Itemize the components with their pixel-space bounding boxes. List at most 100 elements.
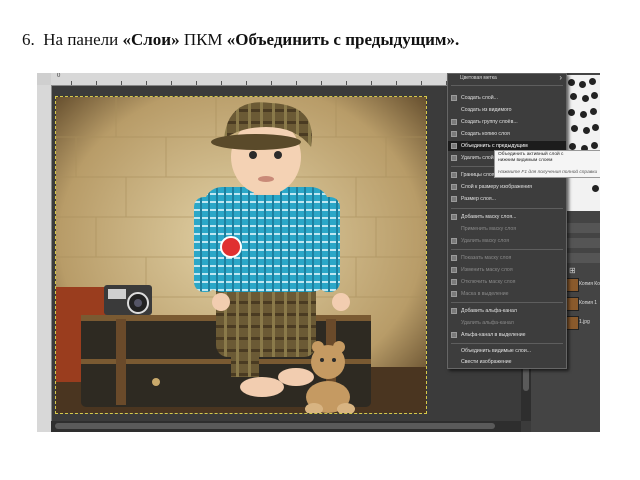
menu-item-add-layer-mask[interactable]: Добавить маску слоя... bbox=[448, 212, 566, 222]
delete-icon bbox=[451, 155, 457, 161]
ruler-tick bbox=[71, 81, 72, 85]
ruler-tick bbox=[146, 81, 147, 85]
boundary-icon bbox=[451, 172, 457, 178]
menu-separator bbox=[451, 85, 563, 86]
delete-icon bbox=[451, 238, 457, 244]
layer-name[interactable]: Копия Ко bbox=[579, 281, 600, 287]
ruler-label: 0 bbox=[57, 73, 61, 79]
brushes-panel[interactable] bbox=[565, 75, 600, 211]
brush-preset[interactable] bbox=[592, 124, 599, 131]
ruler-tick bbox=[421, 81, 422, 85]
menu-item-add-alpha-channel[interactable]: Добавить альфа-канал bbox=[448, 306, 566, 316]
brush-preset[interactable] bbox=[591, 142, 598, 149]
brush-preset[interactable] bbox=[589, 78, 596, 85]
menu-item-disable-layer-mask[interactable]: Отключить маску слоя bbox=[448, 277, 566, 287]
menu-item-mask-to-selection[interactable]: Маска в выделение bbox=[448, 289, 566, 299]
ruler-tick bbox=[271, 81, 272, 85]
menu-item-delete-layer-mask[interactable]: Удалить маску слоя bbox=[448, 236, 566, 246]
menu-item-new-layer-group[interactable]: Создать группу слоёв... bbox=[448, 117, 566, 127]
ruler-tick bbox=[121, 81, 122, 85]
checkbox-icon bbox=[451, 267, 457, 273]
lock-icon[interactable]: ⊞ bbox=[569, 266, 576, 275]
brush-preset[interactable] bbox=[590, 108, 597, 115]
ruler-tick bbox=[246, 81, 247, 85]
ruler-tick bbox=[371, 81, 372, 85]
resize-icon bbox=[451, 184, 457, 190]
menu-item-edit-layer-mask[interactable]: Изменить маску слоя bbox=[448, 265, 566, 275]
photo-boy-on-suitcase bbox=[56, 97, 426, 413]
merge-down-icon bbox=[451, 143, 457, 149]
new-layer-icon bbox=[451, 95, 457, 101]
command-name: «Объединить с предыдущим». bbox=[226, 30, 460, 49]
scroll-thumb[interactable] bbox=[55, 423, 495, 429]
menu-item-duplicate-layer[interactable]: Создать копию слоя bbox=[448, 129, 566, 139]
ruler-tick bbox=[221, 81, 222, 85]
chevron-right-icon: › bbox=[559, 73, 562, 82]
merge-down-tooltip: Объединить активный слой с нижним видимы… bbox=[494, 150, 600, 178]
instruction-rmb: ПКМ bbox=[183, 30, 223, 49]
menu-item-alpha-to-selection[interactable]: Альфа-канал в выделение bbox=[448, 330, 566, 340]
menu-item-remove-alpha-channel[interactable]: Удалить альфа-канал bbox=[448, 318, 566, 328]
mask-icon bbox=[451, 214, 457, 220]
brush-preset[interactable] bbox=[569, 143, 576, 150]
layer-name[interactable]: Копия 1 bbox=[579, 300, 597, 306]
layer-thumbnail[interactable] bbox=[565, 316, 579, 330]
brush-preset[interactable] bbox=[591, 92, 598, 99]
duplicate-icon bbox=[451, 131, 457, 137]
ruler-corner bbox=[37, 73, 51, 85]
horizontal-scrollbar[interactable] bbox=[51, 421, 521, 432]
menu-separator bbox=[451, 343, 563, 344]
folder-icon bbox=[451, 119, 457, 125]
layer-thumbnail[interactable] bbox=[565, 297, 579, 311]
tooltip-line: нижним видимым слоем bbox=[498, 158, 553, 164]
brush-preset[interactable] bbox=[568, 109, 575, 116]
step-number: 6. bbox=[22, 30, 35, 49]
menu-separator bbox=[451, 302, 563, 303]
brush-preset[interactable] bbox=[571, 125, 578, 132]
menu-item-apply-layer-mask[interactable]: Применить маску слоя bbox=[448, 224, 566, 234]
menu-separator bbox=[451, 249, 563, 250]
panel-name: «Слои» bbox=[122, 30, 180, 49]
menu-item-show-layer-mask[interactable]: Показать маску слоя bbox=[448, 253, 566, 263]
selection-icon bbox=[451, 291, 457, 297]
gimp-screenshot: 0 ⊞ Копия Ко Копия 1 1.jpg Цветовая метк… bbox=[37, 73, 600, 432]
menu-item-scale-layer[interactable]: Размер слоя... bbox=[448, 194, 566, 204]
ruler-tick bbox=[396, 81, 397, 85]
brush-preset[interactable] bbox=[592, 185, 599, 192]
brush-preset[interactable] bbox=[580, 111, 587, 118]
brush-preset[interactable] bbox=[568, 79, 575, 86]
dock-toolbar[interactable] bbox=[565, 223, 600, 233]
selection-icon bbox=[451, 332, 457, 338]
dock-toolbar[interactable] bbox=[565, 238, 600, 248]
brush-preset[interactable] bbox=[570, 93, 577, 100]
brush-preset[interactable] bbox=[579, 81, 586, 88]
ruler-tick bbox=[296, 81, 297, 85]
menu-item-flatten-image[interactable]: Свести изображение bbox=[448, 357, 566, 367]
brush-preset[interactable] bbox=[582, 95, 589, 102]
menu-item-merge-visible-layers[interactable]: Объединить видимые слои... bbox=[448, 346, 566, 356]
ruler-tick bbox=[196, 81, 197, 85]
menu-item-layer-to-image-size[interactable]: Слой к размеру изображения bbox=[448, 182, 566, 192]
brush-preset[interactable] bbox=[583, 127, 590, 134]
ruler-tick bbox=[321, 81, 322, 85]
scale-icon bbox=[451, 196, 457, 202]
menu-separator bbox=[451, 208, 563, 209]
instruction-text: На панели bbox=[43, 30, 119, 49]
image-canvas[interactable] bbox=[55, 96, 427, 414]
ruler-tick bbox=[96, 81, 97, 85]
menu-item-new-layer[interactable]: Создать слой... bbox=[448, 93, 566, 103]
layers-context-menu: Цветовая метка › Создать слой... Создать… bbox=[447, 73, 567, 369]
checkbox-icon bbox=[451, 255, 457, 261]
vertical-ruler bbox=[37, 85, 52, 432]
horizontal-ruler: 0 bbox=[51, 73, 454, 86]
ruler-tick bbox=[171, 81, 172, 85]
checkbox-icon bbox=[451, 279, 457, 285]
alpha-icon bbox=[451, 308, 457, 314]
layer-thumbnail[interactable] bbox=[565, 278, 579, 292]
menu-title[interactable]: Цветовая метка bbox=[460, 75, 497, 81]
tooltip-hint: Нажмите F1 для получения полной справки bbox=[498, 170, 598, 175]
layer-mode-bar[interactable] bbox=[565, 253, 600, 263]
menu-item-new-from-visible[interactable]: Создать из видимого bbox=[448, 105, 566, 115]
ruler-tick bbox=[346, 81, 347, 85]
layer-name[interactable]: 1.jpg bbox=[579, 319, 590, 325]
